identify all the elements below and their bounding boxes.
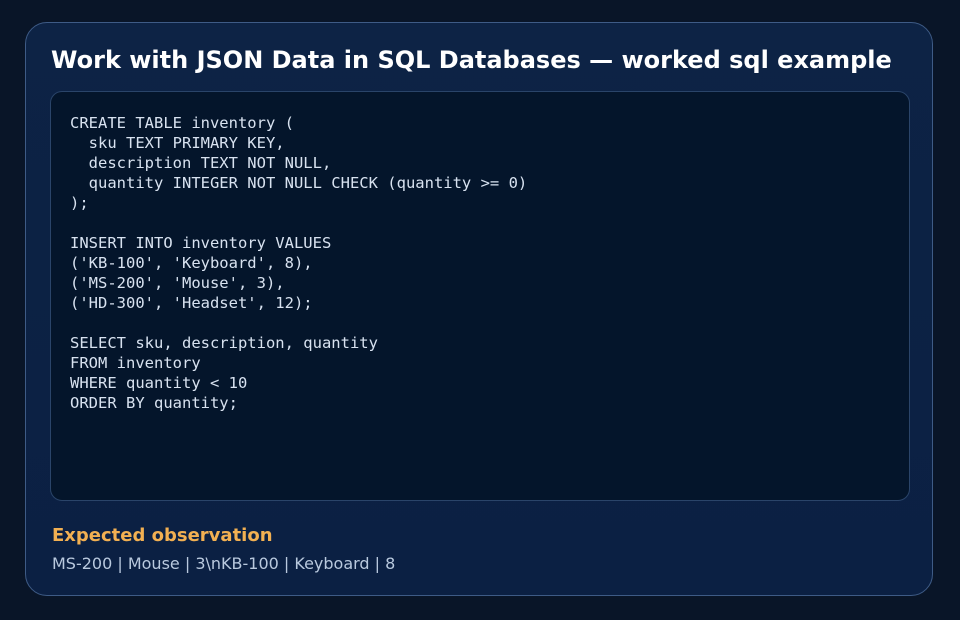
code-panel: CREATE TABLE inventory ( sku TEXT PRIMAR…	[50, 91, 910, 501]
observation-value: MS-200 | Mouse | 3\nKB-100 | Keyboard | …	[52, 554, 396, 573]
observation-label: Expected observation	[52, 525, 273, 546]
example-card: Work with JSON Data in SQL Databases — w…	[25, 22, 933, 596]
card-title: Work with JSON Data in SQL Databases — w…	[51, 46, 892, 74]
sql-code-block: CREATE TABLE inventory ( sku TEXT PRIMAR…	[70, 114, 528, 412]
